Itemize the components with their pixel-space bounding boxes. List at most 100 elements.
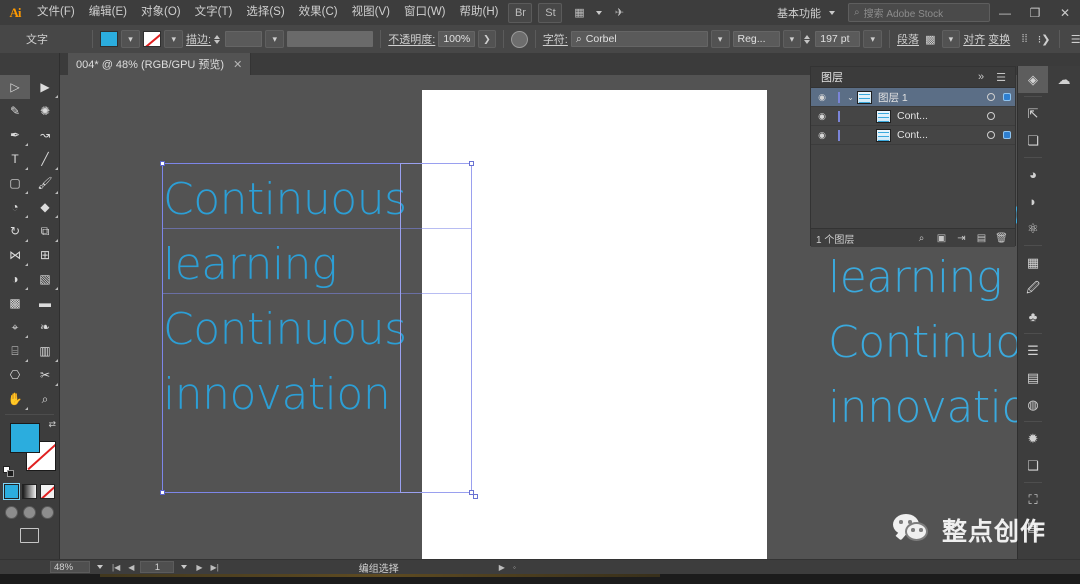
- layer-selection-indicator[interactable]: [999, 93, 1015, 101]
- distribute-icon[interactable]: ⁞⁞: [1016, 31, 1033, 48]
- document-tab-close-icon[interactable]: ✕: [233, 58, 242, 71]
- new-sublayer-icon[interactable]: ⇥: [953, 233, 970, 244]
- brushes-panel-icon[interactable]: 🖉: [1018, 276, 1048, 303]
- free-transform-tool[interactable]: ⊞: [30, 243, 60, 267]
- line-segment-tool[interactable]: ╱: [30, 147, 60, 171]
- minimize-button[interactable]: —: [990, 0, 1020, 25]
- layers-panel-icon[interactable]: ◈: [1018, 66, 1048, 93]
- panel-menu-icon[interactable]: ☰: [993, 71, 1009, 84]
- swap-fill-stroke-icon[interactable]: ⇄: [48, 419, 56, 430]
- status-more-icon[interactable]: ◦: [511, 563, 518, 572]
- stock-search-input[interactable]: ⌕ 搜索 Adobe Stock: [848, 3, 990, 22]
- stroke-profile-field[interactable]: [287, 31, 374, 47]
- layer-row[interactable]: ◉ ⌄ 图层 1: [811, 88, 1015, 107]
- transform-panel-icon[interactable]: ⛶: [1018, 486, 1048, 513]
- artboard-chevron-down-icon[interactable]: [181, 565, 188, 569]
- first-artboard-button[interactable]: |◀: [110, 563, 122, 572]
- paragraph-align-icon[interactable]: ▩: [922, 31, 939, 48]
- selection-handle-bottom-left[interactable]: [160, 490, 165, 495]
- screen-mode-button[interactable]: [0, 528, 59, 543]
- perspective-grid-tool[interactable]: ▧: [30, 267, 60, 291]
- menu-file[interactable]: 文件(F): [30, 0, 82, 25]
- font-size-stepper[interactable]: [804, 34, 811, 44]
- stroke-panel-icon[interactable]: ☰: [1018, 337, 1048, 364]
- eyedropper-tool[interactable]: ⌖: [0, 315, 30, 339]
- arrange-documents-icon[interactable]: ▦: [568, 4, 590, 22]
- layer-selection-indicator[interactable]: [999, 131, 1015, 139]
- rotate-tool[interactable]: ↻: [0, 219, 30, 243]
- font-size-chevron-down-icon[interactable]: ▾: [863, 30, 883, 48]
- mesh-tool[interactable]: ▩: [0, 291, 30, 315]
- swatches-panel-icon[interactable]: ▦: [1018, 249, 1048, 276]
- next-artboard-button[interactable]: ▶: [194, 563, 204, 572]
- discover-icon[interactable]: ✈: [608, 4, 630, 22]
- collapse-panel-icon[interactable]: »: [975, 71, 987, 83]
- export-panel-icon[interactable]: ⇱: [1018, 100, 1048, 127]
- none-mode-button[interactable]: [40, 484, 55, 499]
- stroke-weight-field[interactable]: [225, 31, 263, 47]
- selection-tool[interactable]: ▷: [0, 75, 30, 99]
- scale-tool[interactable]: ⧉: [30, 219, 60, 243]
- layer-lock-slot[interactable]: [833, 110, 844, 122]
- gradient-mode-button[interactable]: [22, 484, 37, 499]
- delete-layer-icon[interactable]: 🗑: [993, 233, 1010, 244]
- appearance-panel-icon[interactable]: ✹: [1018, 425, 1048, 452]
- symbol-sprayer-tool[interactable]: ⌸: [0, 339, 30, 363]
- selection-handle-top-left[interactable]: [160, 161, 165, 166]
- menu-type[interactable]: 文字(T): [188, 0, 240, 25]
- paragraph-chevron-down-icon[interactable]: ▾: [941, 30, 961, 48]
- document-tab[interactable]: 004* @ 48% (RGB/GPU 预览) ✕: [68, 53, 252, 75]
- stroke-color-swatch[interactable]: [142, 31, 162, 47]
- zoom-tool[interactable]: ⌕: [30, 387, 60, 411]
- locate-object-icon[interactable]: ⌕: [913, 233, 930, 244]
- layer-visibility-icon[interactable]: ◉: [811, 130, 833, 141]
- prev-artboard-button[interactable]: ◀: [126, 563, 136, 572]
- layer-name[interactable]: Cont...: [897, 129, 983, 141]
- hand-tool[interactable]: ✋: [0, 387, 30, 411]
- type-tool[interactable]: T: [0, 147, 30, 171]
- control-panel-menu-icon[interactable]: ☰: [1067, 31, 1080, 48]
- layer-target-icon[interactable]: [983, 131, 999, 139]
- shape-builder-tool[interactable]: ◑: [0, 267, 30, 291]
- last-artboard-button[interactable]: ▶|: [209, 563, 221, 572]
- font-style-field[interactable]: Reg...: [732, 31, 780, 47]
- zoom-level-field[interactable]: 48%: [50, 561, 90, 573]
- character-label[interactable]: 字符:: [543, 31, 568, 47]
- new-layer-icon[interactable]: ▤: [973, 233, 990, 244]
- draw-normal-button[interactable]: [5, 506, 18, 519]
- layer-lock-slot[interactable]: [833, 129, 844, 141]
- zoom-chevron-down-icon[interactable]: [97, 565, 103, 569]
- default-fill-stroke-icon[interactable]: [3, 466, 14, 477]
- direct-selection-tool[interactable]: ▶: [30, 75, 60, 99]
- color-panel-icon[interactable]: ◕: [1018, 161, 1048, 188]
- align-label[interactable]: 对齐: [963, 31, 985, 47]
- bridge-icon[interactable]: Br: [508, 2, 533, 23]
- font-style-chevron-down-icon[interactable]: ▾: [782, 30, 802, 48]
- fill-dropdown-button[interactable]: ▾: [121, 30, 140, 48]
- color-mode-button[interactable]: [3, 483, 20, 500]
- symbols-panel-icon[interactable]: ♣: [1018, 303, 1048, 330]
- blend-tool[interactable]: ❧: [30, 315, 60, 339]
- draw-behind-button[interactable]: [23, 506, 36, 519]
- draw-inside-button[interactable]: [41, 506, 54, 519]
- column-graph-tool[interactable]: ▥: [30, 339, 60, 363]
- font-family-chevron-down-icon[interactable]: ▾: [710, 30, 730, 48]
- menu-edit[interactable]: 编辑(E): [82, 0, 134, 25]
- shaper-tool[interactable]: ◔: [0, 195, 30, 219]
- paintbrush-tool[interactable]: 🖌: [30, 171, 60, 195]
- stroke-weight-label[interactable]: 描边:: [186, 31, 211, 47]
- artboard-tool[interactable]: ⎔: [0, 363, 30, 387]
- status-play-icon[interactable]: ▶: [497, 563, 507, 572]
- arrange-chevron-down-icon[interactable]: [596, 10, 603, 15]
- width-tool[interactable]: ⋈: [0, 243, 30, 267]
- make-mask-icon[interactable]: ▣: [933, 233, 950, 244]
- close-button[interactable]: ✕: [1050, 0, 1080, 25]
- fill-swatch-large[interactable]: [10, 423, 40, 453]
- color-guide-panel-icon[interactable]: ◗: [1018, 188, 1048, 215]
- selection-handle-top-right[interactable]: [469, 161, 474, 166]
- stock-icon[interactable]: St: [538, 2, 563, 23]
- menu-effect[interactable]: 效果(C): [292, 0, 345, 25]
- transform-label[interactable]: 变换: [988, 31, 1010, 47]
- opacity-mask-icon[interactable]: [511, 30, 528, 48]
- stroke-weight-stepper[interactable]: [214, 34, 221, 44]
